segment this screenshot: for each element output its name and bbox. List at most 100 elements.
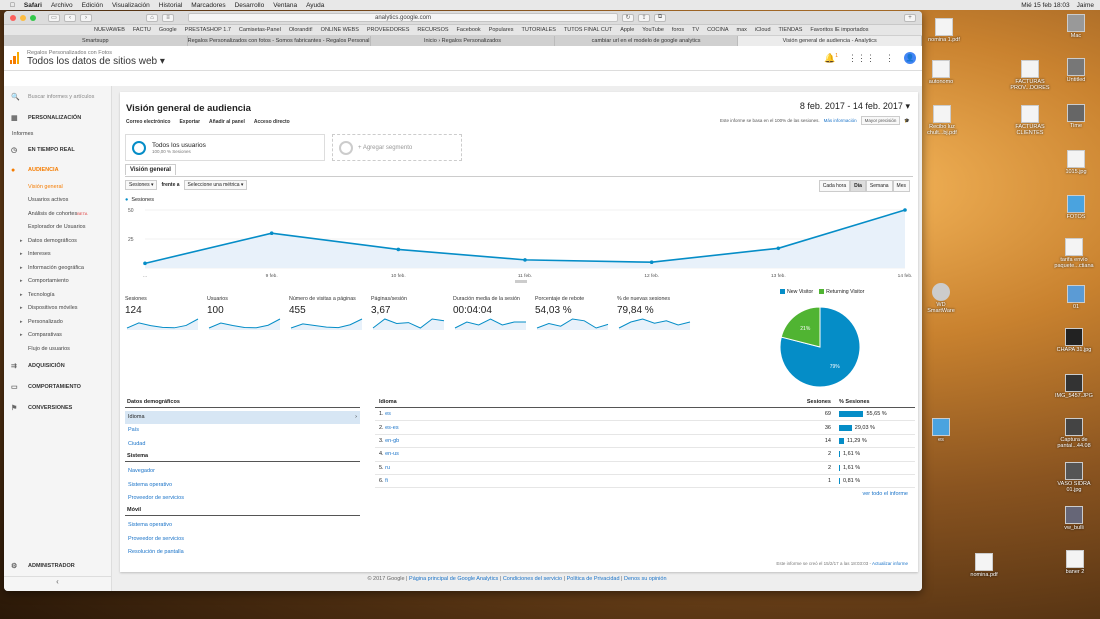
- user-menu[interactable]: Jaime: [1077, 2, 1094, 9]
- bookmark-item[interactable]: TIENDAS: [779, 27, 803, 33]
- gran-hourly[interactable]: Cada hora: [818, 180, 851, 192]
- zoom-window-button[interactable]: [30, 14, 36, 21]
- sidebar-tiempo-real[interactable]: ◷ EN TIEMPO REAL: [4, 140, 111, 160]
- export-button[interactable]: Exportar: [179, 119, 200, 125]
- nav-resolucion[interactable]: Resolución de pantalla: [125, 546, 360, 559]
- bookmark-item[interactable]: RECURSOS: [417, 27, 448, 33]
- sidebar-item-comparativas[interactable]: ▸ Comparativas: [4, 329, 111, 343]
- bookmark-item[interactable]: iCloud: [755, 27, 771, 33]
- browser-tab[interactable]: cambiar url en el modelo de google analy…: [555, 36, 739, 46]
- more-info-link[interactable]: Más información: [824, 118, 857, 123]
- sidebar-item-moviles[interactable]: ▸ Dispositivos móviles: [4, 302, 111, 316]
- sidebar-audiencia[interactable]: ● AUDIENCIA: [4, 160, 111, 180]
- nav-proveedor[interactable]: Proveedor de servicios: [125, 492, 360, 505]
- desktop-icon[interactable]: VASO SIDRA 01.jpg: [1050, 462, 1098, 493]
- desktop-icon[interactable]: Time: [1058, 104, 1094, 129]
- reload-icon[interactable]: ↻: [622, 13, 634, 22]
- desktop-icon[interactable]: 01: [1058, 285, 1094, 310]
- bookmark-item[interactable]: TV: [692, 27, 699, 33]
- browser-tab[interactable]: Regalos Personalizados con fotos - Somos…: [188, 36, 372, 46]
- desktop-icon[interactable]: 1015.jpg: [1058, 150, 1094, 175]
- sidebar-adquisicion[interactable]: ⇉ ADQUISICIÓN: [4, 356, 111, 377]
- language-link[interactable]: en-us: [385, 451, 399, 457]
- bookmark-item[interactable]: PROVEEDORES: [367, 27, 409, 33]
- bookmark-item[interactable]: TUTORIALES: [521, 27, 555, 33]
- sidebar-conversiones[interactable]: ⚑ CONVERSIONES: [4, 398, 111, 419]
- desktop-icon[interactable]: nomina 1.pdf: [925, 18, 963, 43]
- browser-tab-active[interactable]: Visión general de audiencia - Analytics: [738, 36, 922, 46]
- email-button[interactable]: Correo electrónico: [126, 119, 170, 125]
- tabs-icon[interactable]: ⧉: [654, 13, 666, 22]
- address-bar[interactable]: analytics.google.com: [188, 13, 618, 22]
- bookmark-item[interactable]: PRESTASHOP 1.7: [185, 27, 231, 33]
- desktop-icon[interactable]: FACTURAS CLIENTES: [1008, 105, 1052, 136]
- desktop-icon[interactable]: nomina.pdf: [964, 553, 1004, 578]
- clock[interactable]: Mié 15 feb 18:03: [1021, 2, 1069, 9]
- precision-select[interactable]: Mayor precisión: [860, 116, 901, 125]
- desktop-icon[interactable]: Recibo luz chult...bj.pdf: [920, 105, 964, 136]
- menu-historial[interactable]: Historial: [159, 2, 182, 9]
- desktop-icon[interactable]: IMG_5457.JPG: [1050, 374, 1098, 399]
- menu-archivo[interactable]: Archivo: [51, 2, 73, 9]
- compare-metric-select[interactable]: Seleccione una métrica ▾: [183, 180, 248, 190]
- bookmark-item[interactable]: Populares: [489, 27, 514, 33]
- sidebar-item-usuarios-activos[interactable]: Usuarios activos: [4, 194, 111, 208]
- desktop-icon[interactable]: CHAPA 31.jpg: [1050, 328, 1098, 353]
- avatar[interactable]: 👤: [904, 52, 916, 64]
- nav-idioma[interactable]: Idioma ›: [125, 411, 360, 425]
- bookmark-item[interactable]: foros: [672, 27, 684, 33]
- language-link[interactable]: es-es: [385, 425, 398, 431]
- bookmark-item[interactable]: Olorandit!: [289, 27, 313, 33]
- date-range-picker[interactable]: 8 feb. 2017 - 14 feb. 2017 ▾: [800, 101, 910, 112]
- desktop-icon[interactable]: vw_bulli: [1054, 506, 1094, 531]
- notifications-bell-icon[interactable]: 🔔1: [824, 53, 838, 64]
- menu-ayuda[interactable]: Ayuda: [306, 2, 324, 9]
- browser-tab[interactable]: Smartsupp: [4, 36, 188, 46]
- sidebar-item-personalizado[interactable]: ▸ Personalizado: [4, 315, 111, 329]
- forward-icon[interactable]: ›: [80, 13, 92, 22]
- desktop-icon[interactable]: es: [926, 418, 956, 443]
- bookmark-item[interactable]: max: [737, 27, 747, 33]
- sidebar-item-vision-general[interactable]: Visión general: [4, 180, 111, 194]
- language-link[interactable]: ru: [385, 465, 390, 471]
- home-icon[interactable]: ⌂: [146, 13, 158, 22]
- bookmark-item[interactable]: TUTOS FINAL CUT: [564, 27, 612, 33]
- sidebar-item-geografica[interactable]: ▸ Información geográfica: [4, 261, 111, 275]
- desktop-icon[interactable]: Mac: [1058, 14, 1094, 39]
- add-dashboard-button[interactable]: Añadir al panel: [209, 119, 245, 125]
- sidebar-item-demograficos[interactable]: ▸ Datos demográficos: [4, 234, 111, 248]
- bookmark-item[interactable]: NUEVAWEB: [94, 27, 125, 33]
- apps-grid-icon[interactable]: ⋮⋮⋮: [848, 53, 875, 64]
- desktop-icon[interactable]: WD SmartWare: [922, 283, 960, 314]
- reader-icon[interactable]: ≡: [162, 13, 174, 22]
- footer-link[interactable]: Página principal de Google Analytics: [409, 576, 498, 582]
- nav-navegador[interactable]: Navegador: [125, 465, 360, 478]
- sidebar-comportamiento[interactable]: ▭ COMPORTAMIENTO: [4, 377, 111, 398]
- gran-month[interactable]: Mes: [892, 180, 910, 192]
- desktop-icon[interactable]: autonomo: [922, 60, 960, 85]
- bookmark-item[interactable]: YouTube: [642, 27, 664, 33]
- nav-movil-proveedor[interactable]: Proveedor de servicios: [125, 533, 360, 546]
- new-tab-icon[interactable]: +: [904, 13, 916, 22]
- bookmark-item[interactable]: FACTU: [133, 27, 151, 33]
- tab-vision-general[interactable]: Visión general: [125, 164, 176, 175]
- language-link[interactable]: es: [385, 411, 391, 417]
- bookmark-item[interactable]: Facebook: [457, 27, 481, 33]
- footer-link[interactable]: Condiciones del servicio: [503, 576, 562, 582]
- gran-day[interactable]: Día: [850, 180, 866, 192]
- collapse-sidebar-icon[interactable]: ‹: [4, 576, 111, 591]
- bookmark-item[interactable]: Google: [159, 27, 177, 33]
- metric-select[interactable]: Sesiones ▾: [125, 180, 158, 190]
- desktop-icon[interactable]: tarifa envío paquete...ctiana: [1050, 238, 1098, 269]
- footer-link[interactable]: Denos su opinión: [624, 576, 667, 582]
- sidebar-item-tecnologia[interactable]: ▸ Tecnología: [4, 288, 111, 302]
- footer-link[interactable]: Política de Privacidad: [567, 576, 620, 582]
- add-segment-button[interactable]: + Agregar segmento: [332, 134, 462, 161]
- desktop-icon[interactable]: FACTURAS PROV...DORES: [1008, 60, 1052, 91]
- search-reports[interactable]: 🔍 Buscar informes y artículos: [4, 86, 111, 108]
- desktop-icon[interactable]: FOTOS: [1058, 195, 1094, 220]
- shortcut-button[interactable]: Acceso directo: [254, 119, 290, 125]
- sidebar-item-explorador[interactable]: Explorador de Usuarios: [4, 221, 111, 235]
- nav-movil-so[interactable]: Sistema operativo: [125, 519, 360, 532]
- full-report-link[interactable]: ver todo el informe: [862, 491, 908, 497]
